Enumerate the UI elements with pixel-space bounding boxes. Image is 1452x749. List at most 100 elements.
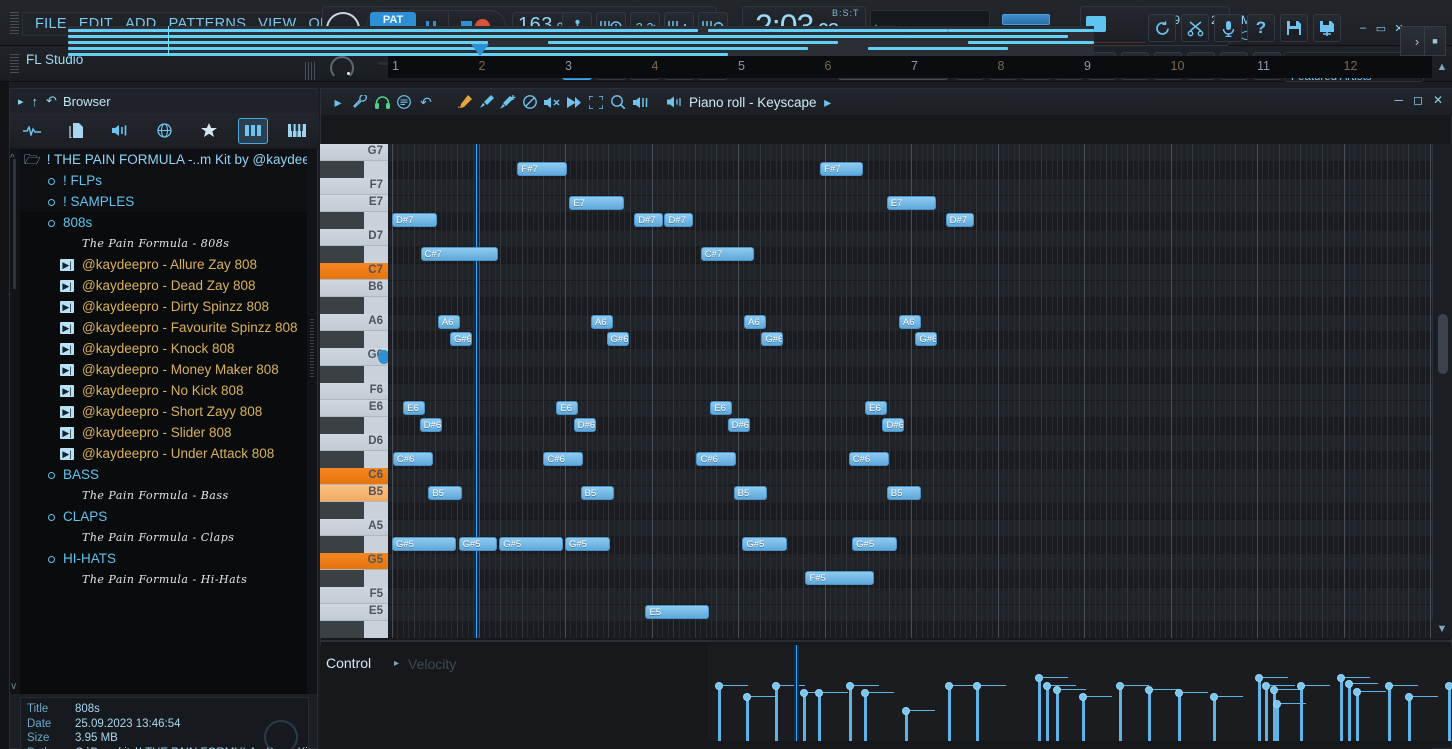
browser-tree-item[interactable]: CLAPS (20, 506, 309, 527)
velocity-handle[interactable] (1445, 682, 1452, 690)
pr-playback-icon[interactable] (629, 91, 651, 113)
piano-key-Gsharp5[interactable] (320, 536, 364, 553)
browser-tree-item[interactable]: BASS (20, 464, 309, 485)
piano-key-B5[interactable]: B5 (320, 485, 388, 502)
browser-tree[interactable]: 🗁! THE PAIN FORMULA -..m Kit by @kaydeep… (20, 149, 309, 694)
velocity-handle[interactable] (902, 707, 910, 715)
browser-tab-star-icon[interactable] (194, 118, 224, 144)
overview-stop-button[interactable]: ■ (1424, 26, 1446, 56)
piano-roll-note[interactable]: G#5 (459, 537, 497, 551)
velocity-handle[interactable] (1043, 682, 1051, 690)
velocity-stem[interactable] (849, 685, 852, 741)
velocity-stem[interactable] (1056, 689, 1059, 741)
browser-tab-all-icon[interactable] (17, 118, 47, 144)
piano-roll-note[interactable]: A6 (591, 315, 613, 329)
preview-knob[interactable] (264, 720, 298, 749)
browser-tree-item[interactable]: ▶|@kaydeepro - Allure Zay 808 (20, 254, 309, 275)
velocity-handle[interactable] (1053, 686, 1061, 694)
pr-delete-icon[interactable] (519, 91, 541, 113)
velocity-stem[interactable] (1448, 685, 1451, 741)
velocity-handle[interactable] (1297, 682, 1305, 690)
tree-scroll-down-icon[interactable]: ∨ (10, 681, 17, 692)
piano-roll-note[interactable]: D#7 (392, 213, 437, 227)
piano-roll-note[interactable]: G#5 (392, 537, 456, 551)
browser-tab-speaker-icon[interactable] (105, 118, 135, 144)
piano-roll-note[interactable]: A6 (744, 315, 766, 329)
velocity-editor[interactable] (708, 645, 1452, 741)
piano-roll-note[interactable]: C#7 (421, 247, 499, 261)
pr-wrench-icon[interactable] (349, 91, 371, 113)
grid-vertical-scrollbar[interactable] (1432, 144, 1452, 638)
piano-roll-note[interactable]: D#7 (634, 213, 663, 227)
piano-roll-note[interactable]: G#5 (852, 537, 897, 551)
save-icon[interactable] (1280, 14, 1308, 42)
piano-roll-note[interactable]: G#5 (742, 537, 787, 551)
piano-key-Fsharp7[interactable] (320, 161, 364, 178)
velocity-stem[interactable] (864, 692, 867, 741)
pr-slip-icon[interactable] (563, 91, 585, 113)
maximize-button[interactable]: ▭ (1373, 21, 1389, 35)
piano-roll-note[interactable]: D#6 (574, 418, 596, 432)
velocity-handle[interactable] (1273, 700, 1281, 708)
piano-roll-note[interactable]: G#6 (607, 332, 629, 346)
tree-scroll-up-icon[interactable]: ^ (10, 153, 15, 164)
piano-roll-note[interactable]: B5 (581, 486, 615, 500)
piano-roll-note[interactable]: D#6 (882, 418, 904, 432)
piano-roll-note[interactable]: C#6 (543, 452, 583, 466)
piano-keyboard[interactable]: G7F7E7D7C7B6A6G6F6E6D6C6B5A5G5F5E5 (320, 144, 388, 638)
toolbar-grip-2[interactable] (10, 54, 19, 74)
toolbar-grip[interactable] (10, 12, 19, 36)
velocity-stem[interactable] (818, 692, 821, 741)
piano-key-A6[interactable]: A6 (320, 314, 388, 331)
overview-strip[interactable] (68, 26, 1094, 56)
piano-key-A5[interactable]: A5 (320, 519, 388, 536)
piano-key-B6[interactable]: B6 (320, 280, 388, 297)
piano-key-F6[interactable]: F6 (320, 383, 388, 400)
browser-tree-item[interactable]: ▶|@kaydeepro - Short Zayy 808 (20, 401, 309, 422)
pr-select-icon[interactable] (585, 91, 607, 113)
piano-roll-note[interactable]: D#6 (728, 418, 750, 432)
velocity-stem[interactable] (718, 685, 721, 741)
browser-menu-icon[interactable]: ▸ (18, 95, 24, 108)
piano-roll-note[interactable]: C#6 (849, 452, 889, 466)
browser-tab-globe-icon[interactable] (149, 118, 179, 144)
velocity-stem[interactable] (1038, 677, 1041, 741)
piano-key-Csharp6[interactable] (320, 451, 364, 468)
piano-roll-note[interactable]: E5 (645, 605, 708, 619)
velocity-handle[interactable] (1262, 682, 1270, 690)
velocity-handle[interactable] (815, 689, 823, 697)
velocity-stem[interactable] (1178, 692, 1181, 741)
piano-roll-note[interactable]: D#7 (664, 213, 693, 227)
piano-key-G7[interactable]: G7 (320, 144, 388, 161)
menu-item-file[interactable]: FILE (29, 14, 73, 34)
velocity-handle[interactable] (1035, 674, 1043, 682)
browser-tree-item[interactable]: ▶|@kaydeepro - Dead Zay 808 (20, 275, 309, 296)
piano-key-Fsharp6[interactable] (320, 366, 364, 383)
pr-close-button[interactable]: ✕ (1433, 93, 1443, 107)
pr-zoom-icon[interactable] (607, 91, 629, 113)
browser-tree-item[interactable]: ! SAMPLES (20, 191, 309, 212)
piano-key-Gsharp6[interactable] (320, 331, 364, 348)
undo-history-icon[interactable] (1148, 14, 1176, 42)
pr-paint-add-icon[interactable] (497, 91, 519, 113)
piano-roll-note[interactable]: B5 (887, 486, 921, 500)
piano-key-G5[interactable]: G5 (320, 553, 388, 570)
velocity-stem[interactable] (1213, 696, 1216, 741)
velocity-stem[interactable] (803, 692, 806, 741)
velocity-handle[interactable] (1405, 693, 1413, 701)
minimize-button[interactable]: – (1355, 21, 1371, 35)
velocity-handle[interactable] (945, 682, 953, 690)
piano-roll-note[interactable]: C#6 (696, 452, 736, 466)
piano-roll-note[interactable]: F#5 (805, 571, 873, 585)
pr-headphones-icon[interactable] (371, 91, 393, 113)
pr-list-icon[interactable] (393, 91, 415, 113)
browser-tree-item[interactable]: ▶|@kaydeepro - Favourite Spinzz 808 (20, 317, 309, 338)
piano-roll-note[interactable]: G#6 (450, 332, 472, 346)
master-pitch-knob[interactable] (330, 56, 354, 80)
velocity-handle[interactable] (800, 689, 808, 697)
velocity-handle[interactable] (1116, 682, 1124, 690)
velocity-stem[interactable] (1258, 677, 1261, 741)
velocity-stem[interactable] (948, 685, 951, 741)
browser-back-icon[interactable]: ↶ (46, 93, 57, 109)
piano-key-C7[interactable]: C7 (320, 263, 388, 280)
